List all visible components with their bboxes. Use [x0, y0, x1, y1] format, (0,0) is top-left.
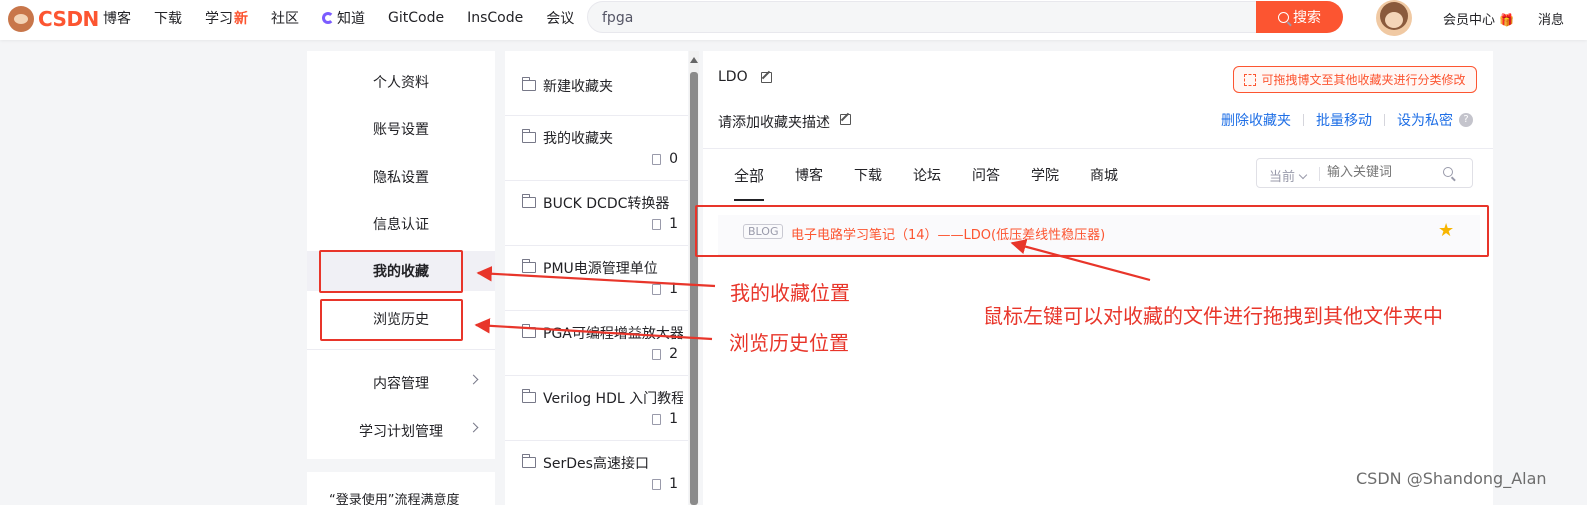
annotation-drag-text: 鼠标左键可以对收藏的文件进行拖拽到其他文件夹中 [983, 304, 1443, 328]
arrow-to-history [474, 318, 713, 341]
arrow-to-item [1010, 239, 1151, 282]
annotation-arrows [474, 239, 1151, 341]
annotation-history-text: 浏览历史位置 [729, 331, 849, 355]
arrow-to-favorites [476, 266, 716, 288]
watermark: CSDN @Shandong_Alan [1356, 469, 1547, 488]
annotation-favorites-text: 我的收藏位置 [730, 281, 850, 305]
